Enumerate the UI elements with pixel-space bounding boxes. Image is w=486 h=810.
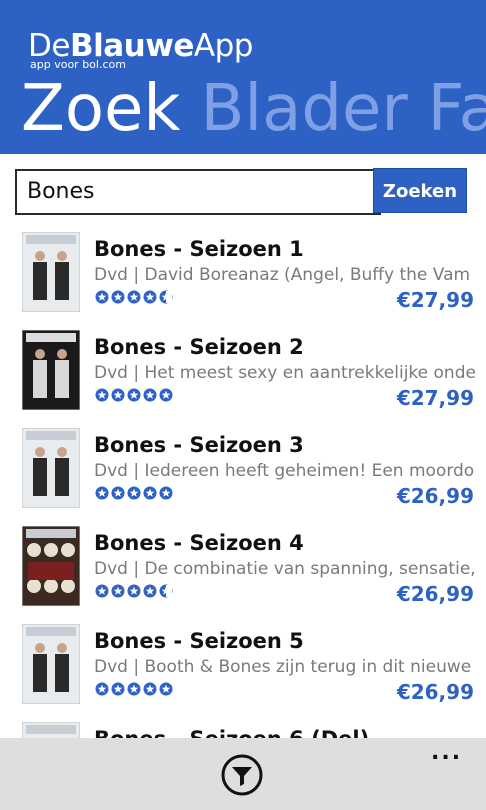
result-item[interactable]: Bones - Seizoen 2 Dvd | Het meest sexy e… bbox=[0, 328, 486, 418]
star-icon bbox=[159, 682, 173, 696]
result-item[interactable]: Bones - Seizoen 1 Dvd | David Boreanaz (… bbox=[0, 230, 486, 320]
filter-icon bbox=[221, 754, 263, 796]
rating-stars bbox=[95, 486, 175, 500]
result-description: Dvd | David Boreanaz (Angel, Buffy the V… bbox=[94, 265, 471, 285]
star-icon bbox=[143, 486, 157, 500]
pivot-favorieten[interactable]: Fa bbox=[428, 72, 486, 146]
cover-thumbnail bbox=[22, 428, 80, 508]
star-icon bbox=[127, 486, 141, 500]
pivot-zoek[interactable]: Zoek bbox=[21, 72, 180, 146]
result-title: Bones - Seizoen 2 bbox=[94, 335, 304, 359]
cover-thumbnail bbox=[22, 526, 80, 606]
dvd-cover-image bbox=[22, 330, 80, 410]
result-description: Dvd | Het meest sexy en aantrekkelijke o… bbox=[94, 363, 476, 383]
rating-stars bbox=[95, 584, 175, 598]
star-icon bbox=[95, 290, 109, 304]
star-icon bbox=[95, 584, 109, 598]
star-icon bbox=[143, 388, 157, 402]
filter-button[interactable] bbox=[220, 753, 264, 797]
star-icon bbox=[95, 682, 109, 696]
dvd-cover-image bbox=[22, 624, 80, 704]
star-icon bbox=[127, 388, 141, 402]
dvd-cover-image bbox=[22, 526, 80, 606]
dvd-cover-image bbox=[22, 232, 80, 312]
star-icon bbox=[159, 486, 173, 500]
rating-stars bbox=[95, 388, 175, 402]
result-price: €27,99 bbox=[396, 386, 474, 410]
star-icon bbox=[95, 486, 109, 500]
rating-stars bbox=[95, 290, 175, 304]
result-title: Bones - Seizoen 3 bbox=[94, 433, 304, 457]
star-icon bbox=[95, 388, 109, 402]
star-icon bbox=[111, 290, 125, 304]
result-title: Bones - Seizoen 4 bbox=[94, 531, 304, 555]
result-title: Bones - Seizoen 5 bbox=[94, 629, 304, 653]
result-item[interactable]: Bones - Seizoen 5 Dvd | Booth & Bones zi… bbox=[0, 622, 486, 712]
star-icon bbox=[127, 290, 141, 304]
cover-thumbnail bbox=[22, 624, 80, 704]
result-title: Bones - Seizoen 1 bbox=[94, 237, 304, 261]
dvd-cover-image bbox=[22, 428, 80, 508]
star-icon bbox=[159, 388, 173, 402]
star-icon bbox=[143, 584, 157, 598]
star-icon bbox=[159, 584, 173, 598]
result-description: Dvd | Booth & Bones zijn terug in dit ni… bbox=[94, 657, 472, 677]
more-button[interactable]: ... bbox=[431, 742, 462, 764]
result-item[interactable]: Bones - Seizoen 4 Dvd | De combinatie va… bbox=[0, 524, 486, 614]
star-icon bbox=[127, 584, 141, 598]
star-icon bbox=[127, 682, 141, 696]
pivot-header: Zoek Blader Fa bbox=[21, 72, 486, 146]
app-header: DeBlauweApp app voor bol.com Zoek Blader F… bbox=[0, 0, 486, 154]
star-icon bbox=[111, 682, 125, 696]
app-bar: ... bbox=[0, 738, 486, 810]
result-price: €26,99 bbox=[396, 484, 474, 508]
cover-thumbnail bbox=[22, 232, 80, 312]
result-price: €27,99 bbox=[396, 288, 474, 312]
star-icon bbox=[143, 290, 157, 304]
result-item[interactable]: Bones - Seizoen 3 Dvd | Iedereen heeft g… bbox=[0, 426, 486, 516]
star-icon bbox=[159, 290, 173, 304]
result-price: €26,99 bbox=[396, 680, 474, 704]
star-icon bbox=[111, 388, 125, 402]
rating-stars bbox=[95, 682, 175, 696]
star-icon bbox=[111, 486, 125, 500]
result-description: Dvd | De combinatie van spanning, sensat… bbox=[94, 559, 476, 579]
result-description: Dvd | Iedereen heeft geheimen! Een moord… bbox=[94, 461, 475, 481]
app-subtitle: app voor bol.com bbox=[30, 58, 126, 71]
star-icon bbox=[111, 584, 125, 598]
search-input[interactable]: Bones bbox=[15, 169, 381, 215]
cover-thumbnail bbox=[22, 330, 80, 410]
search-button[interactable]: Zoeken bbox=[373, 168, 467, 213]
pivot-blader[interactable]: Blader bbox=[200, 72, 407, 146]
star-icon bbox=[143, 682, 157, 696]
result-price: €26,99 bbox=[396, 582, 474, 606]
